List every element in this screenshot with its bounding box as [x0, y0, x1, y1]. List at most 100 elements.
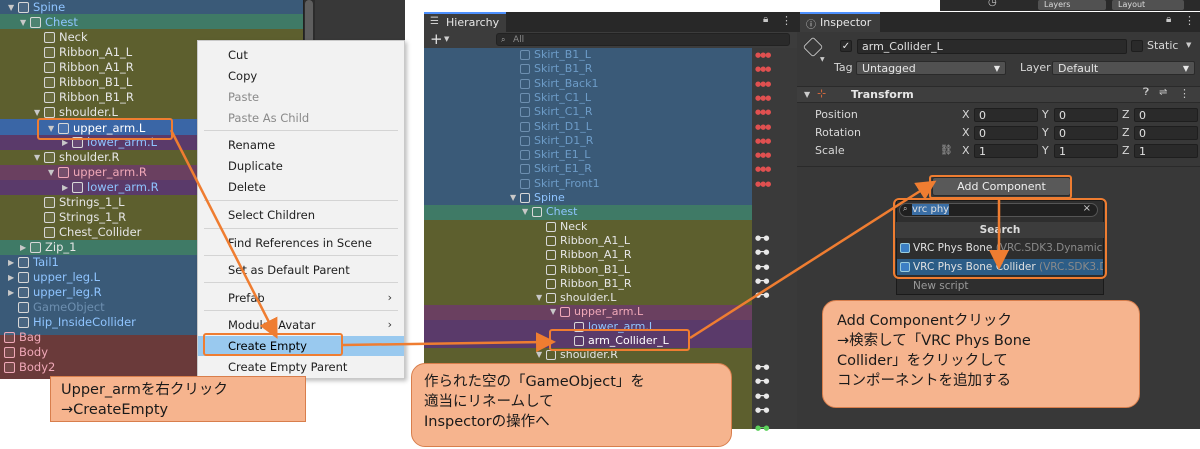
foldout-arrow-icon[interactable]: ▼: [48, 165, 54, 180]
foldout-arrow-icon[interactable]: ▼: [522, 205, 528, 219]
foldout-arrow-icon[interactable]: ▼: [34, 150, 40, 165]
menu-item[interactable]: Delete: [198, 177, 404, 197]
hierarchy-row[interactable]: ▼ shoulder.L: [424, 291, 752, 306]
scale-x-field[interactable]: 1: [974, 144, 1038, 158]
tab-hierarchy[interactable]: ☰ Hierarchy: [424, 12, 506, 32]
menu-item-label: Find References in Scene: [228, 236, 372, 250]
inspector-tab-label: Inspector: [820, 16, 872, 29]
hierarchy-row[interactable]: Ribbon_A1_R: [424, 248, 752, 263]
layers-dropdown[interactable]: Layers: [1038, 0, 1106, 10]
component-menu-icon[interactable]: ⋮: [1179, 87, 1190, 100]
more-options-icon[interactable]: ⋮: [781, 14, 792, 27]
hierarchy-row[interactable]: Skirt_Front1: [424, 176, 752, 192]
hierarchy-row[interactable]: ▼ Spine: [424, 191, 752, 206]
hierarchy-row[interactable]: Ribbon_B1_R: [424, 276, 752, 292]
scale-z-field[interactable]: 1: [1134, 144, 1198, 158]
hierarchy-row[interactable]: Skirt_E1_L: [424, 148, 752, 163]
scale-y-field[interactable]: 1: [1054, 144, 1118, 158]
menu-separator: [204, 255, 398, 256]
hierarchy-row[interactable]: Skirt_C1_R: [424, 105, 752, 120]
hierarchy-row[interactable]: ▼ upper_arm.L: [424, 305, 752, 320]
gameobject-icon: [18, 302, 29, 313]
highlight-create-empty: [203, 333, 343, 356]
menu-item-label: Copy: [228, 69, 258, 83]
add-dropdown-icon[interactable]: ▼: [444, 35, 449, 43]
static-checkbox[interactable]: [1131, 40, 1143, 52]
foldout-arrow-icon[interactable]: ▶: [8, 270, 14, 285]
hierarchy-row[interactable]: Skirt_Back1: [424, 76, 752, 92]
object-name-field[interactable]: arm_Collider_L: [857, 39, 1127, 54]
callout-step2: 作られた空の「GameObject」を 適当にリネームして Inspectorの…: [411, 363, 732, 447]
foldout-arrow-icon[interactable]: ▼: [536, 348, 542, 362]
hierarchy-row[interactable]: Ribbon_B1_L: [424, 262, 752, 277]
hierarchy-row[interactable]: Ribbon_A1_L: [424, 233, 752, 249]
gameobject-icon: [520, 193, 530, 203]
foldout-arrow-icon[interactable]: ▶: [20, 240, 26, 255]
layer-dropdown[interactable]: Default ▼: [1052, 61, 1195, 75]
foldout-arrow-icon[interactable]: ▼: [510, 191, 516, 205]
foldout-arrow-icon[interactable]: ▼: [20, 15, 26, 30]
menu-item[interactable]: Copy: [198, 66, 404, 86]
menu-item[interactable]: Paste: [198, 87, 404, 107]
inspector-more-icon[interactable]: ⋮: [1184, 14, 1195, 27]
menu-item[interactable]: Create Empty Parent: [198, 357, 404, 377]
foldout-arrow-icon[interactable]: ▶: [62, 180, 68, 195]
add-object-button[interactable]: +: [430, 30, 443, 48]
menu-item[interactable]: Cut: [198, 45, 404, 65]
help-icon[interactable]: ❓︎: [1143, 87, 1149, 98]
position-y-field[interactable]: 0: [1054, 108, 1118, 122]
menu-item[interactable]: Paste As Child: [198, 108, 404, 128]
foldout-arrow-icon[interactable]: ▼: [536, 291, 542, 305]
transform-header[interactable]: ▼ ⊹ Transform ❓︎ ⇌ ⋮: [797, 86, 1200, 103]
constrain-proportions-icon[interactable]: ⛓︎: [940, 145, 953, 156]
hierarchy-search-input[interactable]: ⌕ All: [496, 33, 790, 46]
position-x-field[interactable]: 0: [974, 108, 1038, 122]
lock-icon[interactable]: 🔒︎: [763, 14, 768, 25]
hierarchy-row[interactable]: Skirt_D1_R: [424, 133, 752, 149]
icon-dropdown-arrow[interactable]: ▼: [820, 56, 825, 63]
foldout-arrow-icon[interactable]: ▼: [550, 305, 556, 319]
rotation-x-field[interactable]: 0: [974, 126, 1038, 140]
layout-dropdown[interactable]: Layout: [1112, 0, 1184, 10]
hierarchy-row-label: Skirt_B1_L: [534, 48, 591, 61]
menu-item[interactable]: Modular Avatar ›: [198, 315, 404, 335]
hierarchy-row[interactable]: Skirt_B1_L: [424, 48, 752, 63]
hierarchy-row-label: Spine: [534, 191, 565, 204]
tag-dropdown[interactable]: Untagged ▼: [856, 61, 1006, 75]
menu-item[interactable]: Select Children: [198, 205, 404, 225]
foldout-arrow-icon[interactable]: ▶: [8, 285, 14, 300]
menu-item[interactable]: Rename: [198, 135, 404, 155]
tab-inspector[interactable]: ⓘ Inspector: [800, 12, 880, 32]
hierarchy-row[interactable]: Neck: [424, 219, 752, 235]
left-hierarchy-row[interactable]: ▼ Chest: [0, 15, 303, 30]
hierarchy-row[interactable]: Skirt_D1_L: [424, 119, 752, 134]
hierarchy-row-label: Skirt_D1_R: [534, 133, 594, 147]
hierarchy-row[interactable]: Skirt_E1_R: [424, 162, 752, 177]
rotation-z-field[interactable]: 0: [1134, 126, 1198, 140]
rotation-y-field[interactable]: 0: [1054, 126, 1118, 140]
scale-axis-z-label: Z: [1122, 144, 1130, 157]
hierarchy-row-label: shoulder.L: [560, 291, 617, 305]
hierarchy-row[interactable]: ▼ Chest: [424, 205, 752, 220]
preset-icon[interactable]: ⇌: [1159, 87, 1167, 98]
history-icon[interactable]: ◷: [988, 0, 997, 8]
row-label: Spine: [33, 0, 66, 14]
hierarchy-row-label: Skirt_E1_L: [534, 148, 591, 162]
hierarchy-row[interactable]: Skirt_B1_R: [424, 62, 752, 77]
menu-separator: [204, 310, 398, 311]
inspector-tab-icon: ⓘ: [806, 20, 816, 31]
foldout-arrow-icon[interactable]: ▶: [8, 255, 14, 270]
component-result-item[interactable]: New script: [897, 278, 1103, 294]
menu-item[interactable]: Prefab ›: [198, 288, 404, 308]
left-hierarchy-row[interactable]: ▼ Spine: [0, 0, 303, 15]
foldout-arrow-icon[interactable]: ▼: [8, 0, 14, 15]
menu-item[interactable]: Find References in Scene: [198, 233, 404, 253]
position-z-field[interactable]: 0: [1134, 108, 1198, 122]
hierarchy-row[interactable]: Skirt_C1_L: [424, 90, 752, 106]
static-dropdown-icon[interactable]: ▼: [1186, 41, 1191, 49]
foldout-arrow-icon[interactable]: ▼: [804, 90, 810, 99]
inspector-lock-icon[interactable]: 🔒︎: [1166, 14, 1171, 25]
menu-item[interactable]: Duplicate: [198, 156, 404, 176]
menu-item[interactable]: Set as Default Parent: [198, 260, 404, 280]
active-checkbox[interactable]: ✓: [840, 40, 852, 52]
